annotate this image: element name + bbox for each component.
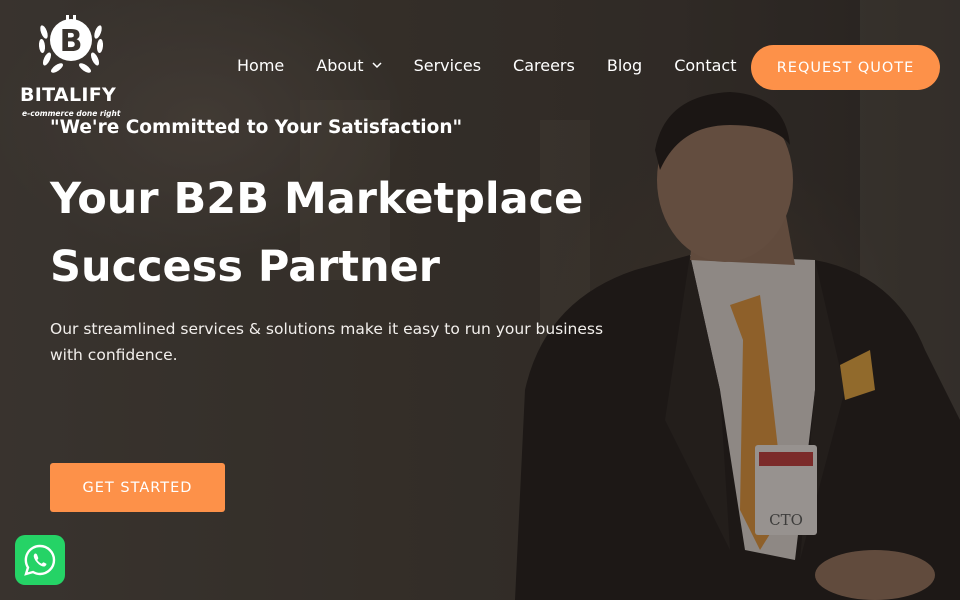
hero-headline: Your B2B Marketplace Success Partner [50, 165, 620, 301]
nav-label: Careers [513, 56, 575, 75]
bitcoin-logo-icon: B [38, 15, 104, 73]
hero-section: CTO B BITALIFY e-commerce done right Hom… [0, 0, 960, 600]
nav-label: Home [237, 56, 285, 75]
nav-item-contact[interactable]: Contact [674, 56, 736, 75]
nav-item-blog[interactable]: Blog [607, 56, 642, 75]
svg-text:B: B [60, 24, 83, 59]
request-quote-button[interactable]: REQUEST QUOTE [751, 45, 940, 90]
nav-item-services[interactable]: Services [414, 56, 481, 75]
brand-name: BITALIFY [20, 84, 117, 106]
nav-label: Blog [606, 56, 643, 75]
nav-item-careers[interactable]: Careers [513, 56, 575, 75]
main-nav: Home About Services Careers Blog Contact [237, 56, 768, 75]
headline-line-1: Your B2B Marketplace [50, 174, 584, 224]
chevron-down-icon [372, 62, 382, 69]
nav-item-home[interactable]: Home [237, 56, 284, 75]
nav-label: About [316, 56, 364, 75]
hero-tagline: "We're Committed to Your Satisfaction" [50, 117, 463, 138]
get-started-button[interactable]: GET STARTED [50, 463, 225, 512]
whatsapp-icon [24, 544, 56, 576]
nav-label: Contact [674, 56, 737, 75]
headline-line-2: Success Partner [50, 242, 441, 292]
site-logo[interactable]: B BITALIFY e-commerce done right [18, 12, 124, 122]
nav-label: Services [413, 56, 482, 75]
whatsapp-chat-button[interactable] [15, 535, 65, 585]
hero-subtext: Our streamlined services & solutions mak… [50, 320, 604, 364]
nav-item-about[interactable]: About [316, 56, 382, 75]
